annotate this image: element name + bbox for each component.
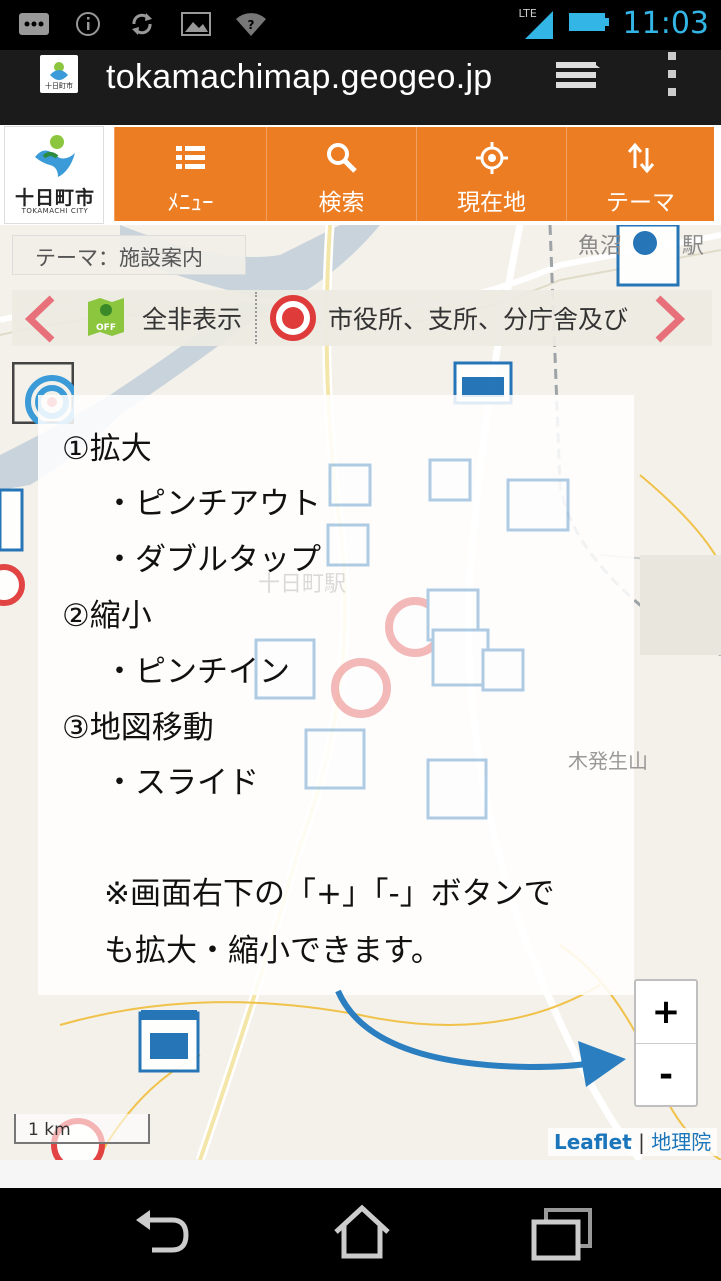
- help-zoom-out-title: ②縮小: [62, 598, 152, 634]
- help-overlay: 十日町駅 ①拡大 ・ピンチアウト ・ダブルタップ ②縮小 ・ピンチイン ③地図移…: [38, 395, 634, 995]
- zoom-in-button[interactable]: +: [636, 981, 696, 1043]
- theme-label: テーマ：施設案内: [12, 235, 246, 275]
- help-move-title: ③地図移動: [62, 710, 214, 746]
- station-top-suffix: 駅: [682, 234, 705, 259]
- android-nav-bar: [0, 1188, 721, 1281]
- mountain-label: 木発生山: [568, 749, 648, 773]
- overflow-menu-icon[interactable]: [665, 52, 679, 96]
- site-favicon-icon: 十日町市: [40, 55, 78, 93]
- search-icon: [267, 141, 416, 175]
- signal-icon: LTE: [519, 7, 555, 41]
- back-icon[interactable]: [132, 1208, 192, 1258]
- svg-text:十日町市: 十日町市: [45, 81, 73, 90]
- help-zoom-in-title: ①拡大: [62, 431, 152, 467]
- map-bottom-strip: [0, 1160, 721, 1188]
- battery-icon: [567, 9, 611, 39]
- recent-apps-icon[interactable]: [530, 1206, 594, 1262]
- svg-text:?: ?: [248, 18, 255, 32]
- theme-button-label: テーマ: [606, 190, 675, 216]
- help-note-line1: ※画面右下の「+」「-」ボタンで: [104, 876, 555, 912]
- menu-button-label: ﾒﾆｭｰ: [167, 190, 214, 216]
- station-top-text: 魚沼: [578, 234, 623, 259]
- city-logo-subtext: TOKAMACHI CITY: [21, 207, 89, 215]
- zoom-control: + -: [634, 979, 698, 1107]
- help-pinch-out: ・ピンチアウト: [104, 486, 321, 522]
- current-location-button[interactable]: 現在地: [416, 127, 566, 221]
- wifi-icon: ?: [234, 9, 266, 39]
- city-logo-text: 十日町市: [14, 187, 95, 209]
- zoom-out-button[interactable]: -: [636, 1044, 696, 1106]
- category-separator: [255, 292, 257, 344]
- notification-more-icon: [18, 9, 50, 39]
- scale-bar: 1 km: [14, 1114, 150, 1144]
- sync-icon: [126, 9, 158, 39]
- help-double-tap: ・ダブルタップ: [104, 542, 321, 578]
- category-off-map-icon[interactable]: OFF: [86, 296, 126, 338]
- info-icon: [72, 9, 104, 39]
- status-bar: ? LTE 11:03: [0, 0, 721, 50]
- off-badge: OFF: [96, 323, 116, 333]
- tabs-icon[interactable]: [554, 60, 602, 90]
- theme-button[interactable]: テーマ: [566, 127, 714, 221]
- location-target-icon: [417, 141, 566, 175]
- home-icon[interactable]: [330, 1202, 394, 1262]
- gsi-link[interactable]: 地理院: [651, 1130, 711, 1154]
- category-prev-arrow-icon[interactable]: [22, 294, 58, 344]
- zoom-hint-arrow-icon: [335, 989, 626, 1087]
- clock: 11:03: [622, 6, 709, 41]
- list-icon: [115, 141, 266, 175]
- url-text[interactable]: tokamachimap.geogeo.jp: [106, 58, 493, 97]
- station-top-label: 魚沼: [578, 228, 622, 260]
- category-next-arrow-icon[interactable]: [652, 294, 688, 344]
- city-logo-mark-icon: [35, 135, 75, 177]
- help-slide: ・スライド: [104, 765, 259, 801]
- help-pinch-in: ・ピンチイン: [104, 654, 290, 690]
- help-note-line2: も拡大・縮小できます。: [104, 933, 442, 969]
- swap-arrows-icon: [567, 141, 714, 175]
- search-button[interactable]: 検索: [266, 127, 416, 221]
- map-attribution: Leaflet | 地理院: [548, 1128, 718, 1156]
- category-name[interactable]: 市役所、支所、分庁舎及び: [328, 300, 644, 336]
- current-location-button-label: 現在地: [457, 190, 526, 216]
- city-office-category-icon[interactable]: [268, 293, 318, 343]
- menu-button[interactable]: ﾒﾆｭｰ: [114, 127, 266, 221]
- attribution-separator: |: [638, 1130, 645, 1154]
- city-logo[interactable]: 十日町市 TOKAMACHI CITY: [4, 126, 104, 224]
- hide-all-label[interactable]: 全非表示: [142, 300, 242, 336]
- leaflet-link[interactable]: Leaflet: [554, 1130, 632, 1154]
- search-button-label: 検索: [318, 190, 365, 216]
- image-icon: [180, 9, 212, 39]
